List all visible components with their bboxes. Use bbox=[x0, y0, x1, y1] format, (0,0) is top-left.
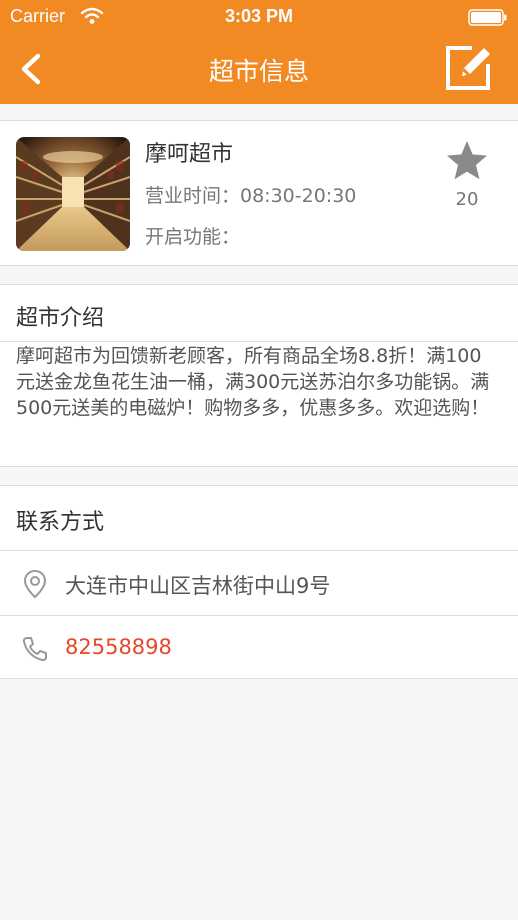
enabled-features: 开启功能： bbox=[145, 226, 241, 248]
favorite-count: 20 bbox=[455, 189, 479, 210]
address-text: 大连市中山区吉林街中山9号 bbox=[65, 574, 331, 598]
edit-icon bbox=[446, 46, 490, 90]
status-time: 3:03 PM bbox=[224, 6, 294, 26]
intro-divider bbox=[0, 341, 518, 342]
app-header: Carrier 3:03 PM 超市信息 bbox=[0, 0, 518, 104]
page-title: 超市信息 bbox=[208, 57, 309, 86]
location-pin-icon bbox=[23, 569, 47, 599]
battery-icon bbox=[468, 9, 507, 26]
intro-body: 摩呵超市为回馈新老顾客，所有商品全场8.8折！满100元送金龙鱼花生油一桶，满3… bbox=[16, 345, 490, 419]
address-row[interactable]: 大连市中山区吉林街中山9号 bbox=[0, 550, 518, 614]
contact-section: 联系方式 大连市中山区吉林街中山9号 82558898 bbox=[0, 485, 518, 679]
store-info-card: 摩呵超市 营业时间：08:30-20:30 开启功能： 20 bbox=[0, 120, 518, 266]
store-name: 摩呵超市 bbox=[145, 142, 234, 167]
phone-row[interactable]: 82558898 bbox=[0, 615, 518, 679]
nav-bar: 超市信息 bbox=[0, 34, 518, 104]
business-hours: 营业时间：08:30-20:30 bbox=[145, 185, 357, 207]
edit-button[interactable] bbox=[442, 42, 494, 94]
phone-number[interactable]: 82558898 bbox=[65, 635, 172, 659]
intro-section: 超市介绍 摩呵超市为回馈新老顾客，所有商品全场8.8折！满100元送金龙鱼花生油… bbox=[0, 284, 518, 467]
store-photo bbox=[16, 137, 130, 251]
phone-icon bbox=[22, 637, 47, 662]
favorite-star-icon[interactable] bbox=[445, 139, 489, 183]
contact-title: 联系方式 bbox=[16, 510, 105, 535]
status-bar: Carrier 3:03 PM bbox=[0, 0, 518, 34]
intro-title: 超市介绍 bbox=[16, 306, 105, 331]
